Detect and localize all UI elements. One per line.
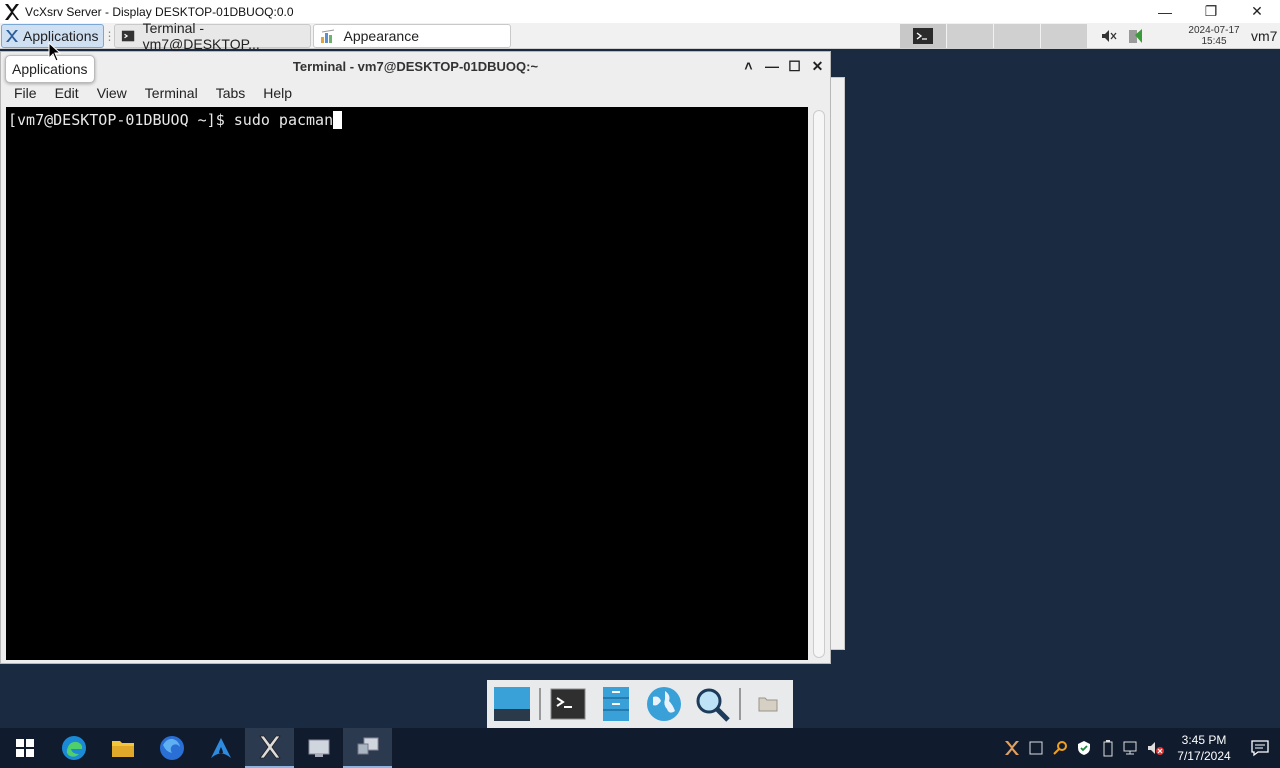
windows-clock[interactable]: 3:45 PM 7/17/2024: [1168, 728, 1240, 768]
dock-app-finder[interactable]: [691, 683, 733, 725]
dock-terminal[interactable]: [547, 683, 589, 725]
remote-desktop-icon: [308, 739, 329, 757]
terminal-maximize-button[interactable]: ☐: [788, 58, 801, 75]
workspace-switcher: [900, 24, 1088, 48]
xfce-logo-icon: [6, 29, 18, 42]
terminal-menubar: File Edit View Terminal Tabs Help: [1, 80, 830, 106]
terminal-screen[interactable]: [vm7@DESKTOP-01DBUOQ ~]$ sudo pacman: [6, 107, 808, 660]
file-cabinet-icon: [603, 687, 629, 721]
system-tray: 3:45 PM 7/17/2024: [1000, 728, 1280, 768]
power-battery-icon[interactable]: [1126, 27, 1144, 45]
dock-separator: [739, 688, 741, 720]
panel-clock-time: 15:45: [1201, 36, 1227, 47]
menu-view[interactable]: View: [88, 85, 136, 101]
tray-notes[interactable]: [1024, 728, 1048, 768]
edge-icon: [61, 736, 86, 760]
dock-file-manager[interactable]: [595, 683, 637, 725]
terminal-icon: [121, 30, 134, 41]
network-computer-icon: [357, 737, 378, 755]
tray-battery[interactable]: [1096, 728, 1120, 768]
notification-icon: [1251, 740, 1269, 757]
taskbar-item-label: Appearance: [343, 27, 420, 44]
folder-icon: [111, 741, 134, 757]
taskbar-app-8[interactable]: [343, 728, 392, 768]
user-menu[interactable]: vm7: [1251, 23, 1277, 49]
top-panel: Applications ⋮ Terminal - vm7@DESKTOP...…: [0, 20, 1280, 52]
battery-icon: [1103, 740, 1113, 757]
start-button[interactable]: [0, 728, 49, 768]
terminal-prompt-line: [vm7@DESKTOP-01DBUOQ ~]$ sudo pacman: [8, 111, 343, 129]
magnifier-icon: [696, 688, 730, 722]
taskbar-firefox[interactable]: [147, 728, 196, 768]
taskbar-item-terminal[interactable]: Terminal - vm7@DESKTOP...: [113, 20, 311, 52]
globe-icon: [647, 687, 681, 721]
notification-center-button[interactable]: [1240, 728, 1280, 768]
restore-button[interactable]: ❐: [1188, 0, 1234, 23]
workspace-4[interactable]: [1041, 24, 1088, 48]
menu-edit[interactable]: Edit: [46, 85, 88, 101]
windows-clock-time: 3:45 PM: [1181, 733, 1227, 747]
panel-clock[interactable]: 2024-07-17 15:45: [1180, 23, 1248, 49]
workspace-2[interactable]: [947, 24, 994, 48]
x-server-icon: [5, 3, 19, 20]
taskbar-vcxsrv[interactable]: [245, 728, 294, 768]
terminal-scrollbar[interactable]: [813, 110, 825, 658]
minimize-button[interactable]: —: [1142, 0, 1188, 23]
terminal-titlebar[interactable]: Terminal - vm7@DESKTOP-01DBUOQ:~ ˄ — ☐ ✕: [1, 52, 830, 80]
menu-help[interactable]: Help: [254, 85, 301, 101]
taskbar-edge[interactable]: [49, 728, 98, 768]
network-icon: [1123, 741, 1137, 755]
taskbar-app-7[interactable]: [294, 728, 343, 768]
terminal-window: Terminal - vm7@DESKTOP-01DBUOQ:~ ˄ — ☐ ✕…: [0, 51, 831, 664]
terminal-icon: [550, 688, 586, 720]
mouse-cursor-icon: [48, 42, 62, 62]
workspace-3[interactable]: [994, 24, 1041, 48]
terminal-close-button[interactable]: ✕: [811, 58, 824, 75]
tray-search[interactable]: [1048, 728, 1072, 768]
tray-defender[interactable]: [1072, 728, 1096, 768]
menu-tabs[interactable]: Tabs: [207, 85, 255, 101]
shade-button[interactable]: ˄: [742, 58, 755, 74]
x-server-icon: [1005, 741, 1019, 755]
taskbar-item-appearance[interactable]: Appearance: [312, 23, 511, 48]
desktop-icon: [494, 687, 530, 721]
key-icon: [1053, 741, 1067, 755]
taskbar-item-label: Terminal - vm7@DESKTOP...: [142, 19, 260, 52]
terminal-title: Terminal - vm7@DESKTOP-01DBUOQ:~: [292, 58, 539, 74]
terminal-icon: [913, 28, 933, 44]
arch-linux-icon: [210, 738, 231, 758]
dock: [487, 680, 793, 728]
dock-web-browser[interactable]: [643, 683, 685, 725]
windows-clock-date: 7/17/2024: [1177, 749, 1231, 763]
tray-network[interactable]: [1120, 728, 1144, 768]
panel-tray: [1100, 23, 1144, 49]
close-button[interactable]: ✕: [1234, 0, 1280, 23]
dock-show-desktop[interactable]: [491, 683, 533, 725]
volume-muted-icon: [1148, 742, 1164, 755]
taskbar-arch[interactable]: [196, 728, 245, 768]
terminal-command-text: [vm7@DESKTOP-01DBUOQ ~]$ sudo pacman: [8, 111, 334, 129]
workspace-1[interactable]: [900, 24, 947, 48]
dock-separator: [539, 688, 541, 720]
text-cursor: [333, 111, 343, 129]
taskbar-file-explorer[interactable]: [98, 728, 147, 768]
folder-icon: [758, 697, 778, 712]
windows-taskbar: 3:45 PM 7/17/2024: [0, 728, 1280, 768]
tray-volume[interactable]: [1144, 728, 1168, 768]
panel-clock-date: 2024-07-17: [1188, 25, 1240, 36]
menu-file[interactable]: File: [5, 85, 46, 101]
terminal-minimize-button[interactable]: —: [765, 58, 779, 74]
menu-terminal[interactable]: Terminal: [136, 85, 207, 101]
shield-icon: [1078, 741, 1090, 755]
windows-logo-icon: [15, 739, 34, 757]
volume-muted-icon[interactable]: [1100, 28, 1118, 44]
panel-separator: ⋮: [103, 28, 116, 43]
firefox-icon: [159, 736, 184, 760]
appearance-icon: [320, 29, 334, 43]
window-icon: [1029, 741, 1043, 755]
tray-vcxsrv[interactable]: [1000, 728, 1024, 768]
window-title: VcXsrv Server - Display DESKTOP-01DBUOQ:…: [25, 4, 294, 19]
dock-folder[interactable]: [747, 683, 789, 725]
x-server-icon: [258, 735, 281, 759]
